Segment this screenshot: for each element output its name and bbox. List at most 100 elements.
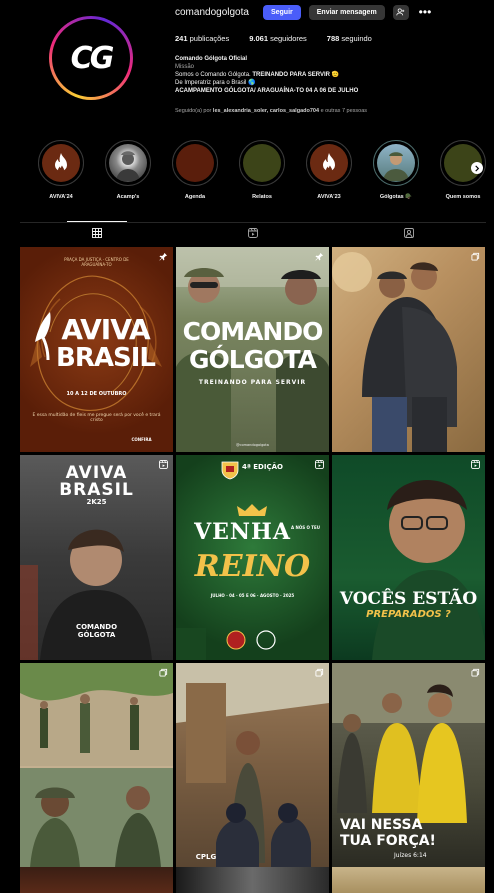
- highlight-relatos[interactable]: Relatos: [239, 140, 285, 200]
- followers-stat[interactable]: 9.061 seguidores: [249, 34, 307, 43]
- post-comando-golgota[interactable]: COMANDO GÓLGOTA TREINANDO PARA SERVIR @c…: [176, 247, 329, 452]
- profile-header-row: comandogolgota Seguir Enviar mensagem ••…: [175, 4, 431, 20]
- message-button[interactable]: Enviar mensagem: [308, 4, 385, 20]
- story-highlights: AVIVA'24 Acamp's Agenda Relatos AVIVA'23…: [38, 140, 486, 200]
- followed-by[interactable]: Seguido(a) por les_alexandria_soler, car…: [175, 108, 367, 114]
- highlight-acamps[interactable]: Acamp's: [105, 140, 151, 200]
- carousel-icon: [471, 252, 480, 261]
- tab-reels[interactable]: [238, 222, 268, 244]
- bio-line-1: Somos o Comando Gólgota. TREINANDO PARA …: [175, 72, 340, 78]
- post-dates: JULHO · 04 · 05 E 06 · AGOSTO · 2025: [210, 593, 295, 598]
- grid-icon: [92, 228, 102, 238]
- carousel-icon: [159, 668, 168, 677]
- post-aviva-brasil[interactable]: PRAÇA DA JUSTIÇA · CENTRO DE ARAGUAÍNA-T…: [20, 247, 173, 452]
- shield-logo: [221, 461, 239, 480]
- two-men-photo: [332, 252, 457, 452]
- avatar-logo: CG: [70, 40, 115, 76]
- post-venha-reino[interactable]: 4ª EDIÇÃO VENHA A NÓS O TEU REINO JULHO …: [176, 455, 329, 660]
- posts-stat: 241 publicações: [175, 34, 230, 43]
- highlight-agenda[interactable]: Agenda: [172, 140, 218, 200]
- avatar-inner: CG: [52, 19, 130, 97]
- highlight-golgotas[interactable]: Gólgotas 🪖: [373, 140, 419, 200]
- profile-stats: 241 publicações 9.061 seguidores 788 seg…: [175, 34, 372, 43]
- post-shirt: CPLG: [195, 853, 217, 861]
- profile-bio: Comando Gólgota Oficial Missão Somos o C…: [175, 55, 475, 95]
- post-title: VOCÊS ESTÃO: [339, 589, 478, 609]
- bio-line-2: De Imperatriz para o Brasil 🌎: [175, 80, 256, 86]
- post-dates: 10 A 12 DE OUTUBRO: [66, 391, 127, 397]
- post-partial-2[interactable]: [176, 867, 329, 893]
- highlight-aviva24[interactable]: AVIVA'24: [38, 140, 84, 200]
- post-tag: CONFIRA: [131, 437, 152, 442]
- add-person-icon: [396, 8, 405, 16]
- post-line-2: TUA FORÇA!: [340, 833, 436, 849]
- post-title-2: GÓLGOTA: [189, 345, 317, 374]
- highlight-label: AVIVA'23: [317, 194, 341, 200]
- highlight-label: Acamp's: [116, 194, 140, 200]
- bio-line-3: ACAMPAMENTO GÓLGOTA/ ARAGUAÍNA-TO 04 A 0…: [175, 88, 359, 94]
- post-partial-3[interactable]: [332, 867, 485, 893]
- post-word-2: REINO: [194, 549, 311, 584]
- profile-name: Comando Gólgota Oficial: [175, 56, 248, 62]
- post-caption: E essa multidão de fieis me pregue será …: [32, 413, 161, 423]
- following-stat[interactable]: 788 seguindo: [327, 34, 372, 43]
- post-sub: 2K25: [86, 498, 107, 506]
- post-handle: @comandogolgota: [236, 443, 269, 447]
- post-title-1: AVIVA: [61, 313, 150, 346]
- post-camp-collage[interactable]: [20, 663, 173, 868]
- camp-collage-photo: [20, 663, 173, 868]
- reel-icon: [159, 460, 168, 469]
- post-vai-nessa[interactable]: VAI NESSA TUA FORÇA! Juízes 6:14: [332, 663, 485, 868]
- username: comandogolgota: [175, 6, 249, 18]
- flame-icon: [55, 153, 67, 173]
- carousel-icon: [315, 668, 324, 677]
- chevron-right-icon: [475, 164, 480, 172]
- partner-logos: [176, 628, 276, 660]
- highlights-next-button[interactable]: [471, 162, 483, 174]
- highlight-label: Quem somos: [445, 194, 481, 200]
- highlight-label: Agenda: [184, 194, 206, 200]
- follow-button[interactable]: Seguir: [262, 4, 301, 20]
- post-verse: Juízes 6:14: [394, 852, 427, 859]
- reels-icon: [248, 228, 258, 238]
- posts-row-partial: [20, 867, 485, 893]
- flame-icon: [323, 153, 335, 173]
- carousel-icon: [471, 668, 480, 677]
- acamps-photo: [116, 151, 140, 181]
- man-glasses-photo: [372, 480, 485, 660]
- pin-icon: [315, 252, 324, 261]
- highlight-aviva23[interactable]: AVIVA'23: [306, 140, 352, 200]
- post-small: A NÓS O TEU: [291, 525, 321, 530]
- reel-icon: [315, 460, 324, 469]
- tagged-icon: [404, 228, 414, 238]
- crown-icon: [237, 504, 267, 516]
- profile-avatar[interactable]: CG: [49, 16, 133, 100]
- suggest-accounts-button[interactable]: [392, 4, 409, 20]
- posts-grid: PRAÇA DA JUSTIÇA · CENTRO DE ARAGUAÍNA-T…: [20, 247, 485, 868]
- post-sub: PREPARADOS ?: [366, 609, 451, 620]
- post-edition: 4ª EDIÇÃO: [242, 463, 283, 471]
- profile-category: Missão: [175, 64, 195, 70]
- tab-tagged[interactable]: [394, 222, 424, 244]
- post-aviva-2k25[interactable]: AVIVA BRASIL 2K25 COMANDO GÓLGOTA: [20, 455, 173, 660]
- post-voces-estao[interactable]: VOCÊS ESTÃO PREPARADOS ?: [332, 455, 485, 660]
- more-options-icon[interactable]: •••: [419, 5, 432, 19]
- post-two-men[interactable]: [332, 247, 485, 452]
- post-line-1: VAI NESSA: [340, 817, 423, 833]
- highlight-label: Gólgotas 🪖: [379, 194, 413, 200]
- reel-icon: [471, 460, 480, 469]
- post-title-2: BRASIL: [56, 343, 156, 373]
- post-title-2: BRASIL: [59, 480, 134, 500]
- post-subtitle: TREINANDO PARA SERVIR: [198, 379, 307, 386]
- post-location: PRAÇA DA JUSTIÇA · CENTRO DE ARAGUAÍNA-T…: [64, 257, 129, 267]
- highlight-label: Relatos: [252, 194, 272, 200]
- post-word-1: VENHA: [194, 519, 291, 545]
- tab-posts[interactable]: [67, 221, 127, 244]
- pin-icon: [159, 252, 168, 261]
- golgotas-photo: [383, 152, 409, 181]
- post-partial-1[interactable]: [20, 867, 173, 893]
- highlight-label: AVIVA'24: [49, 194, 73, 200]
- post-title-1: COMANDO: [182, 317, 324, 346]
- profile-tabs: [20, 221, 486, 244]
- post-leader-speaking[interactable]: CPLG: [176, 663, 329, 868]
